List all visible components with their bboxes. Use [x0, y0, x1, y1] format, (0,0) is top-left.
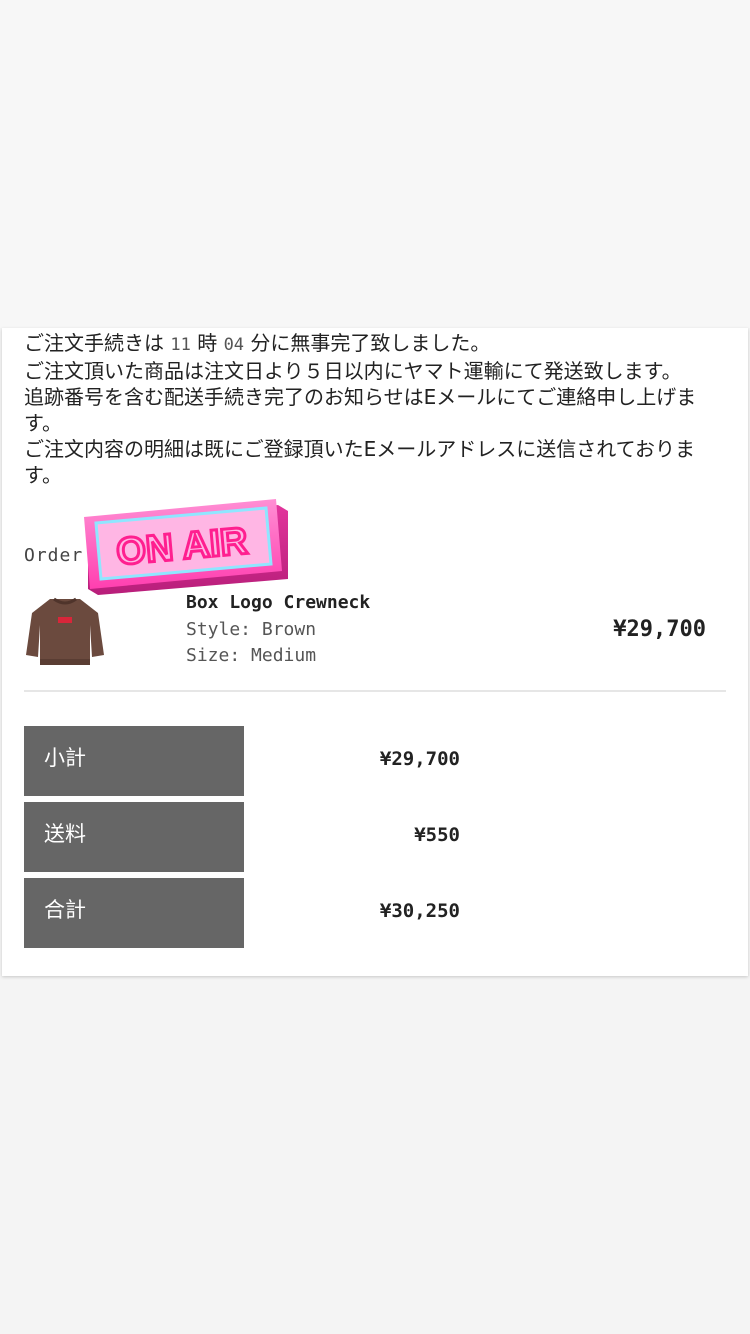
shipping-value: ¥550 — [414, 824, 460, 846]
subtotal-row: 小計 ¥29,700 — [24, 726, 464, 796]
total-label: 合計 — [24, 878, 244, 948]
on-air-neon-sign-icon: ON AIR — [84, 499, 288, 595]
message-line-3: 追跡番号を含む配送手続き完了のお知らせはEメールにてご連絡申し上げます。 — [24, 385, 697, 435]
product-style: Style: Brown — [186, 619, 317, 640]
subtotal-label: 小計 — [24, 726, 244, 796]
message-line-2: ご注文頂いた商品は注文日より５日以内にヤマト運輸にて発送致します。 — [24, 359, 682, 383]
crewneck-sweatshirt-icon[interactable] — [24, 593, 106, 669]
product-name: Box Logo Crewneck — [186, 592, 371, 613]
order-label: Order — [24, 545, 84, 566]
message-line-4: ご注文内容の明細は既にご登録頂いたEメールアドレスに送信されております。 — [24, 437, 696, 487]
total-value: ¥30,250 — [379, 900, 460, 922]
completion-hour: 11 — [170, 335, 191, 355]
order-complete-message: ご注文手続きは 11 時 04 分に無事完了致しました。 ご注文頂いた商品は注文… — [24, 330, 724, 488]
subtotal-value: ¥29,700 — [379, 748, 460, 770]
divider — [24, 690, 726, 692]
shipping-row: 送料 ¥550 — [24, 802, 464, 872]
completion-minute: 04 — [223, 335, 245, 355]
top-blank-area — [0, 0, 750, 328]
message-line-1: ご注文手続きは 11 時 04 分に無事完了致しました。 — [24, 331, 491, 355]
product-size: Size: Medium — [186, 645, 317, 666]
shipping-label: 送料 — [24, 802, 244, 872]
total-row: 合計 ¥30,250 — [24, 878, 464, 948]
product-price: ¥29,700 — [613, 617, 706, 642]
